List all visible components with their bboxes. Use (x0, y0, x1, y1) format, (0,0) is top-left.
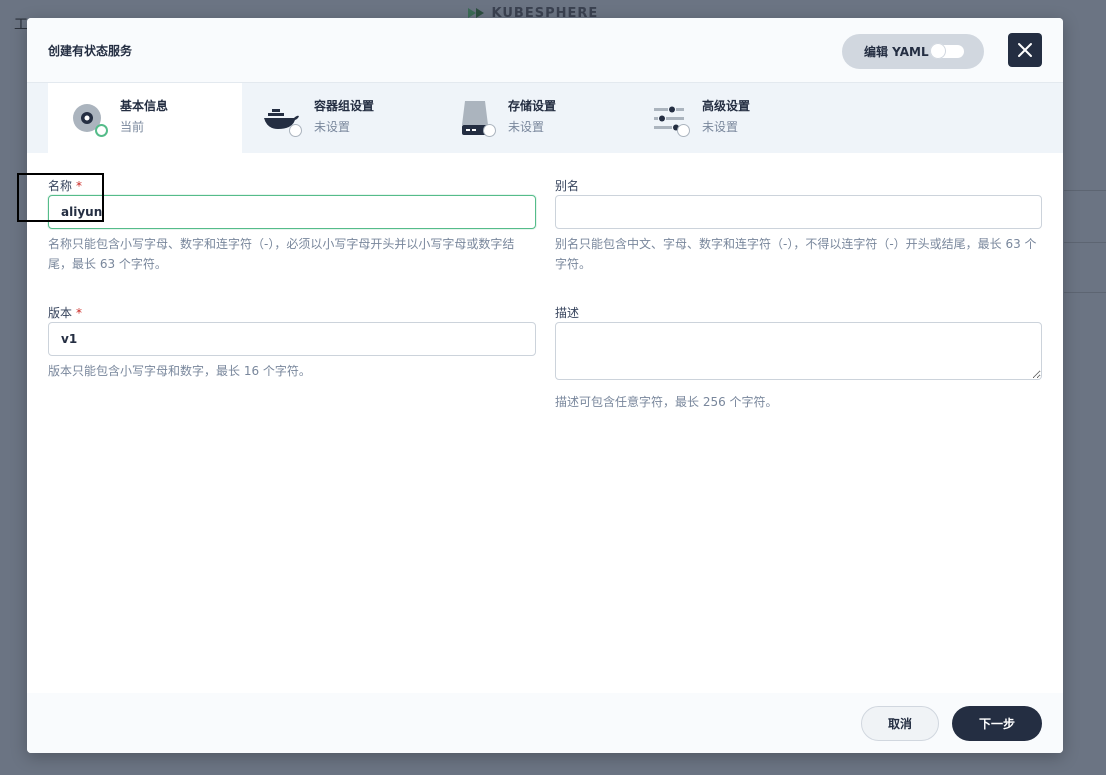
modal-header: 创建有状态服务 编辑 YAML (27, 18, 1063, 83)
step-title: 容器组设置 (314, 98, 375, 113)
step-title: 高级设置 (702, 98, 751, 113)
settings-disc-icon (68, 99, 108, 137)
docker-whale-icon (262, 99, 302, 137)
alias-description: 别名只能包含中文、字母、数字和连字符（-），不得以连字符（-）开头或结尾，最长 … (555, 237, 1037, 271)
step-advanced-settings[interactable]: 高级设置 未设置 (630, 83, 824, 153)
edit-yaml-toggle-button[interactable]: 编辑 YAML (842, 34, 984, 69)
step-storage-settings[interactable]: 存储设置 未设置 (436, 83, 630, 153)
description-label: 描述 (555, 306, 580, 320)
alias-label: 别名 (555, 179, 580, 193)
background-divider (1064, 242, 1106, 243)
required-mark: * (76, 306, 83, 320)
step-status: 未设置 (314, 119, 351, 134)
step-title: 存储设置 (508, 98, 557, 113)
cancel-button[interactable]: 取消 (861, 706, 939, 741)
sliders-icon (650, 99, 690, 137)
step-status: 未设置 (508, 119, 545, 134)
alias-field: 别名 别名只能包含中文、字母、数字和连字符（-），不得以连字符（-）开头或结尾，… (555, 177, 1042, 274)
close-icon (1018, 43, 1032, 57)
name-input[interactable] (48, 195, 536, 229)
step-title: 基本信息 (120, 98, 169, 113)
description-field: 描述 描述可包含任意字符，最长 256 个字符。 (555, 304, 1042, 412)
required-mark: * (76, 179, 83, 193)
background-divider (1064, 190, 1106, 191)
edit-yaml-label: 编辑 YAML (864, 45, 929, 59)
name-label: 名称 * (48, 179, 83, 193)
modal-footer: 取消 下一步 (27, 693, 1063, 753)
version-label: 版本 * (48, 306, 83, 320)
background-divider (1064, 292, 1106, 293)
step-basic-info[interactable]: 基本信息 当前 (48, 83, 242, 153)
wizard-steps: 基本信息 当前 容器组设置 未设置 存储设置 未设置 高级设置 未设置 (27, 83, 1063, 153)
step-status: 当前 (120, 119, 145, 134)
step-status-dot (483, 124, 496, 137)
alias-input[interactable] (555, 195, 1042, 229)
create-statefulset-modal: 创建有状态服务 编辑 YAML 基本信息 当前 容器组设置 未设置 存储设置 未… (27, 18, 1063, 753)
basic-info-form: 名称* 名称只能包含小写字母、数字和连字符（-），必须以小写字母开头并以小写字母… (27, 153, 1063, 693)
description-hint: 描述可包含任意字符，最长 256 个字符。 (555, 395, 778, 409)
step-status-dot (95, 124, 108, 137)
modal-title: 创建有状态服务 (48, 43, 133, 58)
toggle-switch-icon (930, 43, 964, 59)
next-button[interactable]: 下一步 (952, 706, 1042, 741)
step-pod-settings[interactable]: 容器组设置 未设置 (242, 83, 436, 153)
name-field: 名称* 名称只能包含小写字母、数字和连字符（-），必须以小写字母开头并以小写字母… (48, 177, 536, 274)
name-description: 名称只能包含小写字母、数字和连字符（-），必须以小写字母开头并以小写字母或数字结… (48, 237, 515, 271)
step-status: 未设置 (702, 119, 739, 134)
version-input[interactable] (48, 322, 536, 356)
background-text: 工 (14, 17, 28, 33)
description-textarea[interactable] (555, 322, 1042, 380)
step-status-dot (289, 124, 302, 137)
close-button[interactable] (1008, 33, 1042, 67)
version-description: 版本只能包含小写字母和数字，最长 16 个字符。 (48, 364, 311, 378)
version-field: 版本* 版本只能包含小写字母和数字，最长 16 个字符。 (48, 304, 536, 381)
storage-drive-icon (456, 99, 496, 137)
step-status-dot (677, 124, 690, 137)
